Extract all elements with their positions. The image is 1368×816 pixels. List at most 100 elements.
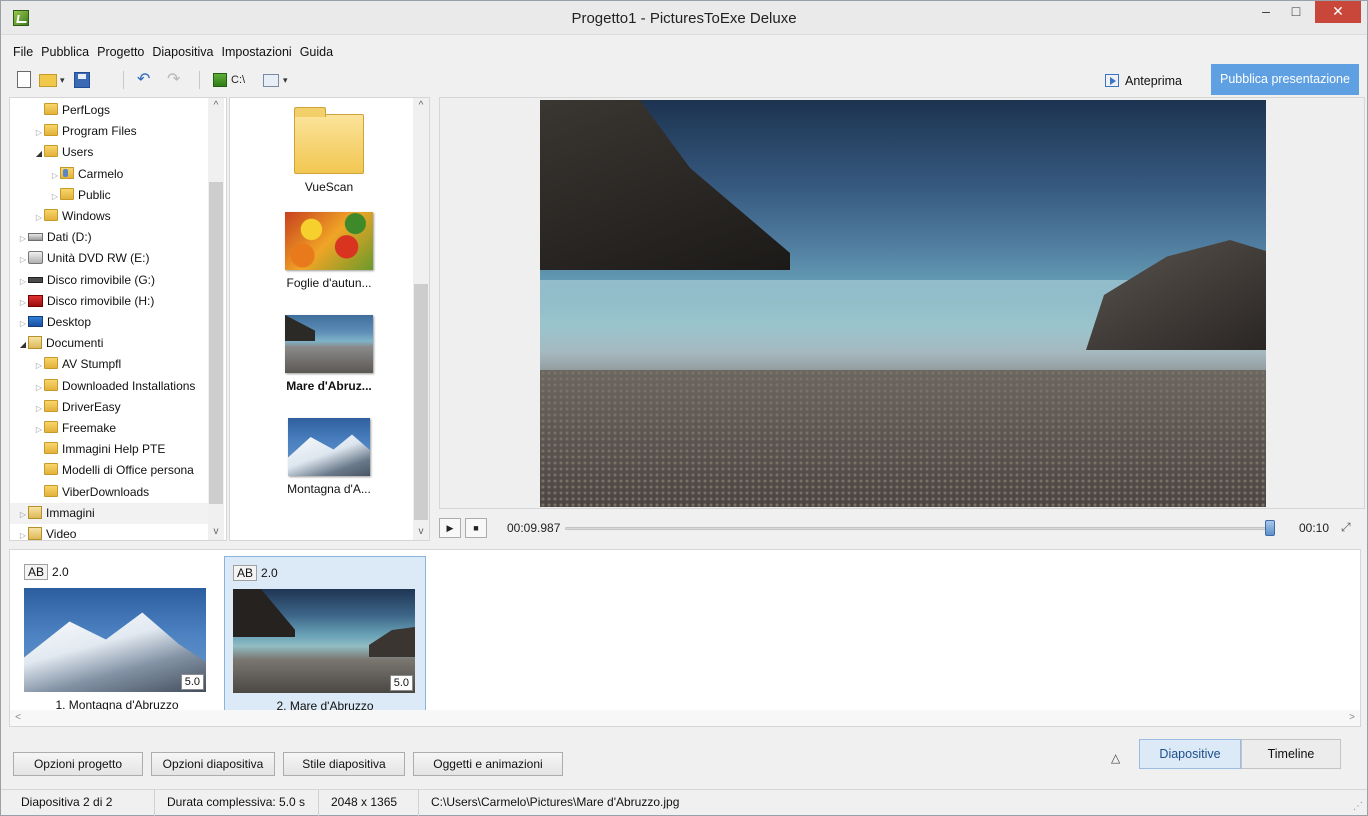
tree-item[interactable]: ViberDownloads bbox=[10, 482, 149, 503]
slide-preview-image[interactable] bbox=[540, 100, 1266, 507]
tree-item[interactable]: ▷ Immagini bbox=[10, 502, 208, 525]
tree-item[interactable]: Immagini Help PTE bbox=[10, 439, 165, 460]
tree-item[interactable]: ▷ Unità DVD RW (E:) bbox=[10, 248, 149, 269]
collapsed-arrow-icon[interactable]: ▷ bbox=[18, 525, 28, 540]
files-scroll-up-button[interactable]: ^ bbox=[413, 98, 429, 114]
slide-options-button[interactable]: Opzioni diapositiva bbox=[151, 752, 275, 776]
tree-item[interactable]: ▷ Disco rimovibile (G:) bbox=[10, 270, 155, 291]
collapsed-arrow-icon[interactable]: ▷ bbox=[18, 313, 28, 334]
resize-grip-icon[interactable]: ⋰ bbox=[1353, 801, 1363, 812]
tree-item[interactable]: ▷ DriverEasy bbox=[10, 397, 121, 418]
tree-scroll-down-button[interactable]: v bbox=[208, 524, 224, 540]
redo-icon[interactable]: ↷ bbox=[167, 70, 180, 90]
slide-duration[interactable]: 5.0 bbox=[389, 675, 413, 691]
tree-scroll-thumb[interactable] bbox=[209, 182, 223, 504]
stop-button[interactable]: ■ bbox=[465, 518, 487, 538]
collapsed-arrow-icon[interactable]: ▷ bbox=[18, 271, 28, 292]
tree-item-label: Video bbox=[46, 527, 77, 541]
transition-type: AB bbox=[233, 565, 258, 581]
menu-diapositiva[interactable]: Diapositiva bbox=[148, 42, 217, 62]
tree-item[interactable]: ▷ Video bbox=[10, 524, 77, 541]
tree-item[interactable]: ▷ Dati (D:) bbox=[10, 227, 92, 248]
play-button[interactable]: ▶ bbox=[439, 518, 461, 538]
tree-item[interactable]: ▷ Public bbox=[10, 185, 111, 206]
playback-slider-handle[interactable] bbox=[1265, 520, 1276, 536]
view-dropdown-icon[interactable]: ▾ bbox=[283, 70, 288, 90]
collapsed-arrow-icon[interactable]: ▷ bbox=[50, 186, 60, 207]
tab-diapositive[interactable]: Diapositive bbox=[1139, 739, 1241, 769]
slide-list[interactable]: AB 2.0 5.0 1. Montagna d'Abruzzo AB 2.0 5.… bbox=[9, 549, 1361, 727]
file-item-foglie[interactable]: Foglie d'autun... bbox=[264, 212, 394, 290]
objects-animations-button[interactable]: Oggetti e animazioni bbox=[413, 752, 563, 776]
slide-strip-scrollbar[interactable]: < > bbox=[10, 710, 1360, 726]
tree-item[interactable]: ▷ Freemake bbox=[10, 418, 116, 439]
tree-item[interactable]: ▷ Program Files bbox=[10, 121, 137, 142]
collapse-icon[interactable]: △ bbox=[1111, 751, 1120, 765]
menu-guida[interactable]: Guida bbox=[296, 42, 337, 62]
open-dropdown-icon[interactable]: ▾ bbox=[60, 70, 65, 90]
transition-badge[interactable]: AB 2.0 bbox=[24, 564, 69, 580]
files-scrollbar[interactable]: ^ v bbox=[413, 98, 429, 540]
slide-item[interactable]: AB 2.0 5.0 1. Montagna d'Abruzzo bbox=[16, 556, 218, 718]
tree-item[interactable]: ▷ Disco rimovibile (H:) bbox=[10, 291, 154, 312]
folder-tree[interactable]: PerfLogs ▷ Program Files ◢ Users ▷ Carmelo ▷ Pub… bbox=[9, 97, 227, 541]
menu-pubblica[interactable]: Pubblica bbox=[37, 42, 93, 62]
collapsed-arrow-icon[interactable]: ▷ bbox=[18, 228, 28, 249]
drive-icon[interactable] bbox=[213, 73, 227, 87]
file-item-vuescan[interactable]: VueScan bbox=[264, 107, 394, 194]
collapsed-arrow-icon[interactable]: ▷ bbox=[34, 207, 44, 228]
tab-timeline[interactable]: Timeline bbox=[1241, 739, 1341, 769]
open-folder-icon[interactable] bbox=[39, 74, 57, 87]
file-browser[interactable]: VueScan Foglie d'autun... Mare d'Abruz..… bbox=[229, 97, 430, 541]
tree-item[interactable]: Modelli di Office persona bbox=[10, 460, 194, 481]
expanded-arrow-icon[interactable]: ◢ bbox=[34, 143, 44, 164]
expanded-arrow-icon[interactable]: ◢ bbox=[18, 334, 28, 355]
menu-file[interactable]: File bbox=[1, 42, 37, 62]
save-icon[interactable] bbox=[74, 72, 90, 88]
transition-badge[interactable]: AB 2.0 bbox=[233, 565, 278, 581]
maximize-button[interactable]: □ bbox=[1283, 1, 1309, 23]
collapsed-arrow-icon[interactable]: ▷ bbox=[18, 249, 28, 270]
slide-style-button[interactable]: Stile diapositiva bbox=[283, 752, 405, 776]
slide-duration[interactable]: 5.0 bbox=[180, 674, 204, 690]
tree-item[interactable]: PerfLogs bbox=[10, 100, 110, 121]
tree-item[interactable]: ▷ Windows bbox=[10, 206, 111, 227]
file-item-montagna[interactable]: Montagna d'A... bbox=[264, 418, 394, 496]
project-options-button[interactable]: Opzioni progetto bbox=[13, 752, 143, 776]
undo-icon[interactable]: ↶ bbox=[137, 70, 150, 90]
menu-progetto[interactable]: Progetto bbox=[93, 42, 148, 62]
file-item-mare[interactable]: Mare d'Abruz... bbox=[264, 315, 394, 393]
drive-button-label[interactable]: C:\ bbox=[231, 70, 245, 90]
publish-presentation-button[interactable]: Pubblica presentazione bbox=[1211, 64, 1359, 95]
slide-item-selected[interactable]: AB 2.0 5.0 2. Mare d'Abruzzo bbox=[224, 556, 426, 718]
menu-impostazioni[interactable]: Impostazioni bbox=[218, 42, 296, 62]
files-scroll-thumb[interactable] bbox=[414, 284, 428, 520]
tree-item[interactable]: ◢ Users bbox=[10, 142, 93, 163]
collapsed-arrow-icon[interactable]: ▷ bbox=[34, 355, 44, 376]
fullscreen-icon[interactable]: ⤢ bbox=[1341, 520, 1351, 535]
collapsed-arrow-icon[interactable]: ▷ bbox=[34, 122, 44, 143]
tree-scroll-up-button[interactable]: ^ bbox=[208, 98, 224, 114]
new-document-icon[interactable] bbox=[17, 71, 31, 88]
strip-scroll-left-button[interactable]: < bbox=[10, 710, 26, 726]
playback-slider[interactable] bbox=[565, 520, 1276, 536]
tree-item[interactable]: ▷ Carmelo bbox=[10, 164, 123, 185]
title-bar[interactable]: Progetto1 - PicturesToExe Deluxe – □ ✕ bbox=[1, 1, 1367, 35]
tree-item[interactable]: ◢ Documenti bbox=[10, 333, 103, 354]
close-button[interactable]: ✕ bbox=[1315, 1, 1361, 23]
collapsed-arrow-icon[interactable]: ▷ bbox=[18, 504, 28, 525]
collapsed-arrow-icon[interactable]: ▷ bbox=[34, 419, 44, 440]
files-scroll-down-button[interactable]: v bbox=[413, 524, 429, 540]
minimize-button[interactable]: – bbox=[1253, 1, 1279, 23]
tree-item[interactable]: ▷ Downloaded Installations bbox=[10, 376, 195, 397]
tree-scrollbar[interactable]: ^ v bbox=[208, 98, 224, 540]
tree-item[interactable]: ▷ Desktop bbox=[10, 312, 91, 333]
view-mode-icon[interactable] bbox=[263, 74, 279, 87]
collapsed-arrow-icon[interactable]: ▷ bbox=[50, 165, 60, 186]
tree-item[interactable]: ▷ AV Stumpfl bbox=[10, 354, 121, 375]
collapsed-arrow-icon[interactable]: ▷ bbox=[34, 398, 44, 419]
collapsed-arrow-icon[interactable]: ▷ bbox=[18, 292, 28, 313]
preview-button[interactable]: Anteprima bbox=[1105, 70, 1182, 92]
collapsed-arrow-icon[interactable]: ▷ bbox=[34, 377, 44, 398]
strip-scroll-right-button[interactable]: > bbox=[1344, 710, 1360, 726]
